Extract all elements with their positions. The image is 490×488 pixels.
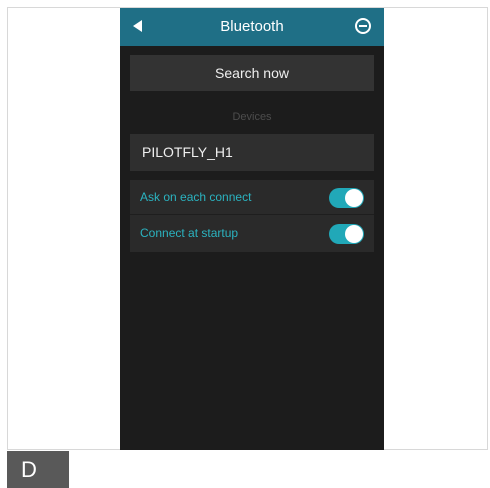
ask-on-each-connect-toggle[interactable] [329, 188, 364, 208]
device-item-pilotfly-h1[interactable]: PILOTFLY_H1 [130, 134, 374, 171]
app-header: Bluetooth [120, 8, 384, 46]
toggle-knob [345, 189, 363, 207]
page-title: Bluetooth [220, 18, 284, 35]
setting-connect-at-startup[interactable]: Connect at startup [130, 216, 374, 251]
connect-at-startup-toggle[interactable] [329, 224, 364, 244]
search-now-button[interactable]: Search now [130, 55, 374, 91]
setting-ask-on-each-connect[interactable]: Ask on each connect [130, 180, 374, 215]
figure-panel-label: D [7, 451, 69, 488]
circle-minus-icon[interactable] [355, 18, 371, 34]
devices-section-label: Devices [232, 111, 272, 123]
settings-list: Ask on each connect Connect at startup [130, 180, 374, 252]
phone-screen: Bluetooth Search now Devices PILOTFLY_H1… [120, 8, 384, 450]
setting-label: Ask on each connect [140, 190, 252, 204]
setting-label: Connect at startup [140, 226, 239, 240]
toggle-knob [345, 225, 363, 243]
